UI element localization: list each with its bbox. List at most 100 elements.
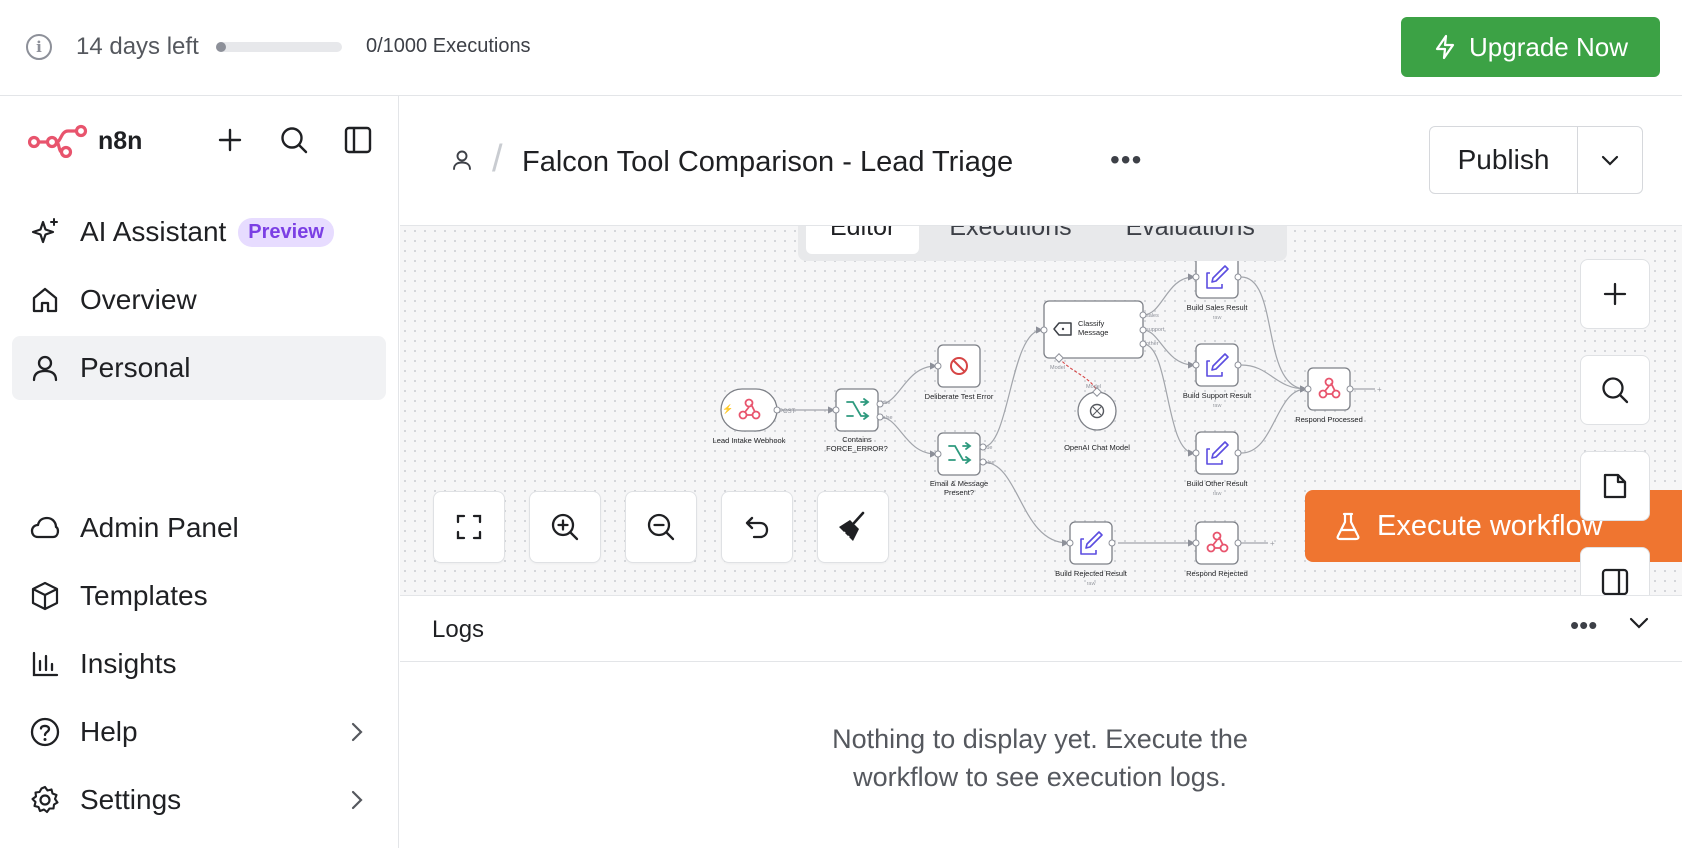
sidebar-item-label: Templates bbox=[80, 580, 208, 611]
svg-text:Classify: Classify bbox=[1078, 319, 1105, 328]
broom-icon bbox=[839, 511, 865, 541]
zoom-out-button[interactable] bbox=[625, 491, 697, 563]
tab-executions[interactable]: Executions bbox=[925, 226, 1095, 254]
tab-evaluations[interactable]: Evaluations bbox=[1102, 226, 1279, 254]
svg-text:Respond Processed: Respond Processed bbox=[1295, 415, 1363, 424]
search-icon[interactable] bbox=[276, 122, 312, 158]
gear-icon bbox=[28, 783, 62, 817]
node-lead-intake-webhook: ⚡ POST Lead Intake Webhook bbox=[713, 388, 796, 445]
workflow-title[interactable]: Falcon Tool Comparison - Lead Triage bbox=[522, 146, 1013, 179]
breadcrumb-separator: / bbox=[492, 138, 503, 180]
help-circle-icon bbox=[28, 715, 62, 749]
search-icon bbox=[1602, 377, 1629, 404]
chevron-right-icon bbox=[351, 790, 363, 810]
svg-text:Build Support Result: Build Support Result bbox=[1183, 391, 1252, 400]
svg-text:sales: sales bbox=[1146, 313, 1159, 319]
svg-text:+: + bbox=[1377, 385, 1382, 394]
sidebar-collapse-icon[interactable] bbox=[340, 122, 376, 158]
reset-zoom-button[interactable] bbox=[721, 491, 793, 563]
sidebar-item-ai-assistant[interactable]: AI Assistant Preview bbox=[12, 200, 386, 264]
sidebar-item-label: Admin Panel bbox=[80, 512, 239, 543]
sidebar-item-label: Settings bbox=[80, 784, 182, 815]
sidebar-item-insights[interactable]: Insights bbox=[12, 632, 386, 696]
sticky-note-button[interactable] bbox=[1580, 451, 1650, 521]
sidebar-item-help[interactable]: Help bbox=[12, 700, 386, 764]
svg-text:other: other bbox=[1146, 341, 1159, 347]
svg-text:support: support bbox=[1146, 327, 1165, 333]
logs-empty-message: Nothing to display yet. Execute the work… bbox=[790, 720, 1290, 796]
sparkles-icon bbox=[28, 215, 62, 249]
tidy-up-button[interactable] bbox=[817, 491, 889, 563]
brand-name: n8n bbox=[98, 126, 143, 155]
info-icon[interactable]: i bbox=[26, 34, 52, 60]
chevron-down-icon[interactable] bbox=[1628, 616, 1650, 635]
sidebar-item-label: Insights bbox=[80, 648, 177, 679]
sidebar-item-templates[interactable]: Templates bbox=[12, 564, 386, 628]
fit-view-button[interactable] bbox=[433, 491, 505, 563]
n8n-logo-icon bbox=[28, 124, 88, 158]
box-icon bbox=[28, 579, 62, 613]
panel-icon bbox=[1601, 568, 1629, 595]
node-respond-processed: Respond Processed + bbox=[1295, 367, 1382, 424]
plus-icon bbox=[1603, 282, 1627, 306]
node-build-other-result: Build Other Result raw bbox=[1187, 431, 1248, 497]
workflow-header: / Falcon Tool Comparison - Lead Triage •… bbox=[400, 96, 1682, 226]
zoom-in-button[interactable] bbox=[529, 491, 601, 563]
svg-text:POST: POST bbox=[779, 409, 796, 415]
logs-empty-line-1: Nothing to display yet. Execute the bbox=[832, 724, 1248, 754]
sidebar: n8n AI Assistant Preview Overview Person… bbox=[0, 96, 399, 848]
lightning-icon bbox=[1435, 34, 1455, 60]
sidebar-item-overview[interactable]: Overview bbox=[12, 268, 386, 332]
svg-text:OpenAI Chat Model: OpenAI Chat Model bbox=[1064, 443, 1130, 452]
logs-title: Logs bbox=[432, 616, 485, 643]
bar-chart-icon bbox=[28, 647, 62, 681]
fullscreen-icon bbox=[456, 514, 482, 540]
trial-days-left: 14 days left bbox=[76, 33, 199, 60]
workflow-canvas[interactable]: ⚡ POST Lead Intake Webhook true false Co… bbox=[400, 226, 1682, 596]
sidebar-item-label: Help bbox=[80, 716, 138, 747]
svg-text:Build Rejected Result: Build Rejected Result bbox=[1055, 569, 1128, 578]
node-contains-force-error: true false Contains FORCE_ERROR? bbox=[826, 388, 893, 453]
cloud-icon bbox=[28, 511, 62, 545]
logs-header[interactable]: Logs ••• bbox=[400, 596, 1682, 662]
svg-text:Present?: Present? bbox=[944, 488, 974, 497]
publish-button[interactable]: Publish bbox=[1430, 127, 1578, 193]
home-icon bbox=[28, 283, 62, 317]
executions-count: 0/1000 Executions bbox=[366, 35, 531, 57]
logs-more-icon[interactable]: ••• bbox=[1570, 610, 1597, 641]
node-email-message-present: true false Email & Message Present? bbox=[930, 432, 995, 497]
node-deliberate-test-error: Deliberate Test Error bbox=[925, 344, 994, 401]
chevron-right-icon bbox=[351, 722, 363, 742]
sticky-note-icon bbox=[1603, 473, 1627, 499]
svg-text:Lead Intake Webhook: Lead Intake Webhook bbox=[713, 436, 786, 445]
tab-editor[interactable]: Editor bbox=[806, 226, 920, 254]
sidebar-item-label: Overview bbox=[80, 284, 197, 315]
add-icon[interactable] bbox=[212, 122, 248, 158]
svg-text:+: + bbox=[1270, 539, 1275, 548]
executions-usage-bar bbox=[216, 42, 342, 52]
preview-badge: Preview bbox=[238, 217, 334, 247]
sidebar-item-settings[interactable]: Settings bbox=[12, 768, 386, 832]
flask-icon bbox=[1336, 512, 1360, 541]
trial-banner: i 14 days left 0/1000 Executions Upgrade… bbox=[0, 0, 1682, 96]
view-tabs: Editor Executions Evaluations bbox=[798, 226, 1287, 261]
svg-text:Build Sales Result: Build Sales Result bbox=[1187, 303, 1249, 312]
svg-text:Respond Rejected: Respond Rejected bbox=[1186, 569, 1248, 578]
workflow-more-icon[interactable]: ••• bbox=[1110, 144, 1142, 176]
zoom-out-icon bbox=[647, 513, 675, 541]
sidebar-item-label: AI Assistant bbox=[80, 216, 227, 247]
executions-usage-fill bbox=[216, 42, 226, 52]
n8n-logo[interactable]: n8n bbox=[28, 124, 142, 158]
user-icon[interactable] bbox=[450, 148, 474, 177]
publish-button-group: Publish bbox=[1429, 126, 1643, 194]
upgrade-now-button[interactable]: Upgrade Now bbox=[1401, 17, 1660, 77]
user-icon bbox=[28, 351, 62, 385]
svg-text:FORCE_ERROR?: FORCE_ERROR? bbox=[826, 444, 888, 453]
search-nodes-button[interactable] bbox=[1580, 355, 1650, 425]
toggle-panel-button[interactable] bbox=[1580, 547, 1650, 595]
sidebar-item-personal[interactable]: Personal bbox=[12, 336, 386, 400]
publish-options-button[interactable] bbox=[1578, 127, 1642, 193]
add-node-button[interactable] bbox=[1580, 259, 1650, 329]
svg-text:Message: Message bbox=[1078, 328, 1108, 337]
sidebar-item-admin-panel[interactable]: Admin Panel bbox=[12, 496, 386, 560]
